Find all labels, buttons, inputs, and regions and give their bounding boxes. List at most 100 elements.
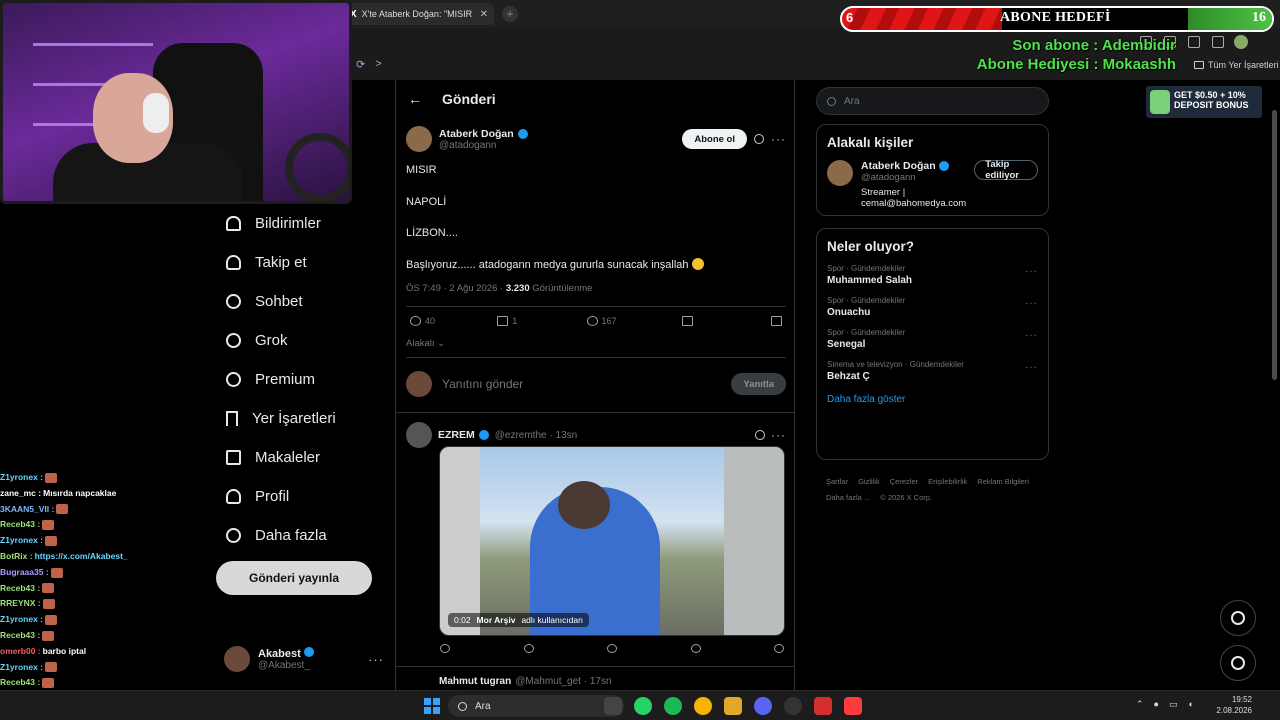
scrollbar-thumb[interactable] bbox=[1272, 110, 1277, 380]
footer-link[interactable]: Daha fazla ... bbox=[826, 490, 870, 506]
app-icon[interactable] bbox=[844, 697, 862, 715]
discord-icon[interactable] bbox=[754, 697, 772, 715]
page-scrollbar[interactable] bbox=[1270, 80, 1278, 690]
more-dots-icon[interactable]: ··· bbox=[771, 428, 786, 442]
chevron-up-icon[interactable]: ⌃ bbox=[1136, 699, 1144, 710]
new-tab-button[interactable]: + bbox=[502, 6, 518, 22]
reply-author-name[interactable]: EZREM bbox=[438, 429, 489, 441]
messages-float-button[interactable] bbox=[1220, 645, 1256, 681]
back-arrow-icon[interactable]: ← bbox=[408, 91, 422, 107]
all-bookmarks-button[interactable]: Tüm Yer İşaretleri bbox=[1194, 60, 1279, 70]
chat-username[interactable]: 3KAAN5_VII : bbox=[0, 502, 54, 518]
sidebar-item[interactable]: Grok bbox=[223, 321, 384, 360]
heart-icon[interactable] bbox=[607, 644, 617, 653]
grok-icon[interactable] bbox=[755, 430, 765, 440]
chat-username[interactable]: Receb43 : bbox=[0, 628, 40, 644]
app-icon[interactable] bbox=[814, 697, 832, 715]
footer-link[interactable]: Çerezler bbox=[890, 474, 918, 490]
footer-link[interactable]: Reklam Bilgileri bbox=[977, 474, 1029, 490]
volume-icon[interactable]: ◖ bbox=[1188, 699, 1193, 710]
footer-link[interactable]: © 2026 X Corp. bbox=[880, 490, 932, 506]
sidebar-item[interactable]: Takip et bbox=[224, 243, 384, 282]
sidebar-item[interactable]: Sohbet bbox=[224, 282, 384, 321]
chat-username[interactable]: Receb43 : bbox=[0, 517, 40, 533]
repost-action[interactable]: 1 bbox=[497, 316, 586, 326]
tweet-author-name[interactable]: Ataberk Doğan bbox=[439, 128, 528, 140]
browser-profile-avatar[interactable] bbox=[1234, 35, 1248, 49]
like-action[interactable]: 167 bbox=[586, 316, 682, 326]
grok-icon[interactable] bbox=[754, 134, 764, 144]
trend-item[interactable]: Spor · Gündemdekiler Muhammed Salah ··· bbox=[817, 260, 1048, 292]
search-input[interactable]: Ara bbox=[816, 87, 1049, 115]
trend-item[interactable]: Spor · Gündemdekiler Senegal ··· bbox=[817, 324, 1048, 356]
windows-start-icon[interactable] bbox=[424, 698, 440, 714]
refresh-icon[interactable]: ⟳ bbox=[356, 58, 365, 71]
more-dots-icon[interactable]: ··· bbox=[1025, 362, 1038, 373]
sidebar-item[interactable]: Premium bbox=[224, 360, 384, 399]
footer-link[interactable]: Erişilebilirlik bbox=[928, 474, 967, 490]
file-explorer-icon[interactable] bbox=[724, 697, 742, 715]
analytics-icon[interactable] bbox=[690, 644, 701, 653]
chat-username[interactable]: BotRix : bbox=[0, 549, 33, 565]
chat-username[interactable]: Bugraaa35 : bbox=[0, 565, 49, 581]
microphone-icon[interactable]: ● bbox=[1154, 699, 1159, 710]
more-dots-icon[interactable]: ··· bbox=[771, 132, 786, 146]
avatar[interactable] bbox=[827, 160, 853, 186]
reply-input[interactable]: Yanıtını gönder bbox=[442, 377, 523, 391]
network-icon[interactable]: ▭ bbox=[1169, 699, 1178, 710]
related-person[interactable]: Ataberk Doğan @atadogann Streamer | cema… bbox=[817, 156, 1048, 217]
more-dots-icon[interactable]: ··· bbox=[1025, 330, 1038, 341]
tweet-author-handle[interactable]: @atadogann bbox=[439, 140, 528, 151]
share-action[interactable] bbox=[771, 316, 783, 326]
chat-username[interactable]: Z1yronex : bbox=[0, 470, 43, 486]
related-name[interactable]: Ataberk Doğan bbox=[861, 160, 966, 172]
spotify-icon[interactable] bbox=[664, 697, 682, 715]
tweet-timestamp[interactable]: ÖS 7:49 · 2 Ağu 2026 · bbox=[406, 283, 503, 294]
sidebar-item[interactable]: Yer İşaretleri bbox=[224, 399, 384, 438]
trend-item[interactable]: Spor · Gündemdekiler Onuachu ··· bbox=[817, 292, 1048, 324]
subscribe-button[interactable]: Abone ol bbox=[682, 129, 747, 149]
chat-username[interactable]: RREYNX : bbox=[0, 596, 41, 612]
reply-action[interactable]: 40 bbox=[410, 316, 497, 326]
account-switcher[interactable]: Akabest @Akabest_ ··· bbox=[224, 644, 384, 674]
more-dots-icon[interactable]: ··· bbox=[368, 652, 384, 667]
next-author-name[interactable]: Mahmut tugran bbox=[439, 676, 511, 687]
taskbar-clock[interactable]: 19:52 2.08.2026 bbox=[1216, 694, 1252, 716]
footer-link[interactable]: Gizlilik bbox=[858, 474, 880, 490]
chat-username[interactable]: zane_mc : bbox=[0, 486, 41, 502]
reply-author-handle[interactable]: @ezremthe · 13sn bbox=[495, 430, 577, 441]
close-tab-icon[interactable]: ✕ bbox=[480, 9, 488, 20]
chat-username[interactable]: Receb43 : bbox=[0, 675, 40, 691]
show-more-link[interactable]: Daha fazla göster bbox=[817, 388, 1048, 415]
steam-icon[interactable] bbox=[784, 697, 802, 715]
whatsapp-icon[interactable] bbox=[634, 697, 652, 715]
bookmark-action[interactable] bbox=[681, 316, 771, 326]
sidebar-item[interactable]: Makaleler bbox=[224, 438, 384, 477]
chat-username[interactable]: Z1yronex : bbox=[0, 612, 43, 628]
avatar[interactable] bbox=[406, 422, 432, 448]
grok-float-button[interactable] bbox=[1220, 600, 1256, 636]
more-dots-icon[interactable]: ··· bbox=[1025, 266, 1038, 277]
reply-sort-dropdown[interactable]: Alakalı ⌄ bbox=[406, 338, 445, 349]
reply-button[interactable]: Yanıtla bbox=[731, 373, 786, 395]
following-button[interactable]: Takip ediliyor bbox=[974, 159, 1038, 181]
extension-icon[interactable] bbox=[1188, 36, 1200, 48]
video-credit-user[interactable]: Mor Arşiv bbox=[477, 615, 516, 625]
chat-username[interactable]: Z1yronex : bbox=[0, 660, 43, 676]
sidebar-item[interactable]: Profil bbox=[224, 477, 384, 516]
sidebar-item[interactable]: Daha fazla bbox=[224, 516, 384, 555]
video-player[interactable]: 0:02 Mor Arşiv adlı kullanıcıdan bbox=[439, 446, 785, 636]
repost-icon[interactable] bbox=[523, 644, 534, 653]
taskbar-search[interactable]: Ara bbox=[448, 695, 624, 717]
sidebar-item[interactable]: Bildirimler bbox=[224, 204, 384, 243]
chrome-icon[interactable] bbox=[694, 697, 712, 715]
reply-icon[interactable] bbox=[440, 644, 450, 653]
trend-item[interactable]: Sinema ve televizyon · Gündemdekiler Behz… bbox=[817, 356, 1048, 388]
forward-chevron-icon[interactable]: > bbox=[375, 58, 381, 71]
bookmark-icon[interactable] bbox=[774, 644, 784, 653]
chat-username[interactable]: Receb43 : bbox=[0, 581, 40, 597]
post-button[interactable]: Gönderi yayınla bbox=[216, 561, 372, 595]
avatar[interactable] bbox=[406, 126, 432, 152]
more-dots-icon[interactable]: ··· bbox=[1025, 298, 1038, 309]
browser-tab[interactable]: X X'te Ataberk Doğan: "MISIR N... ✕ bbox=[344, 3, 494, 25]
